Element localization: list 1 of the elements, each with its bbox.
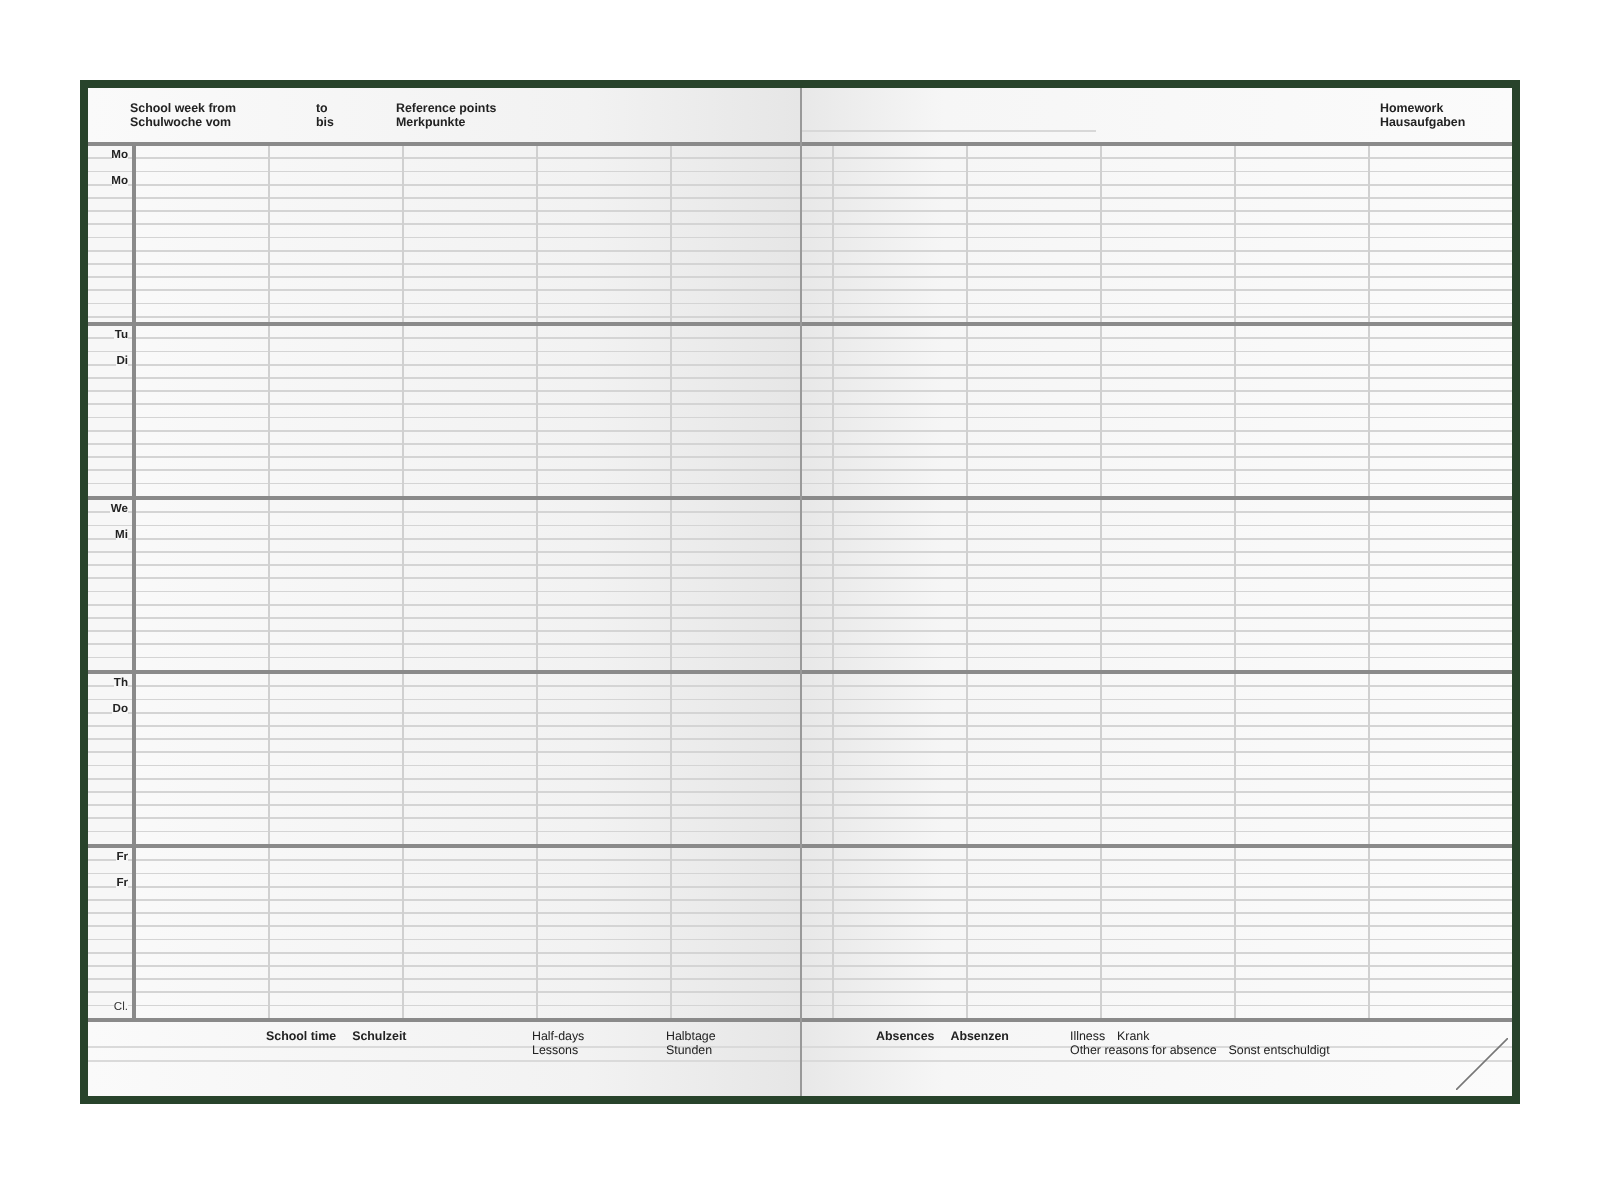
corner-line-icon bbox=[1456, 1038, 1508, 1090]
